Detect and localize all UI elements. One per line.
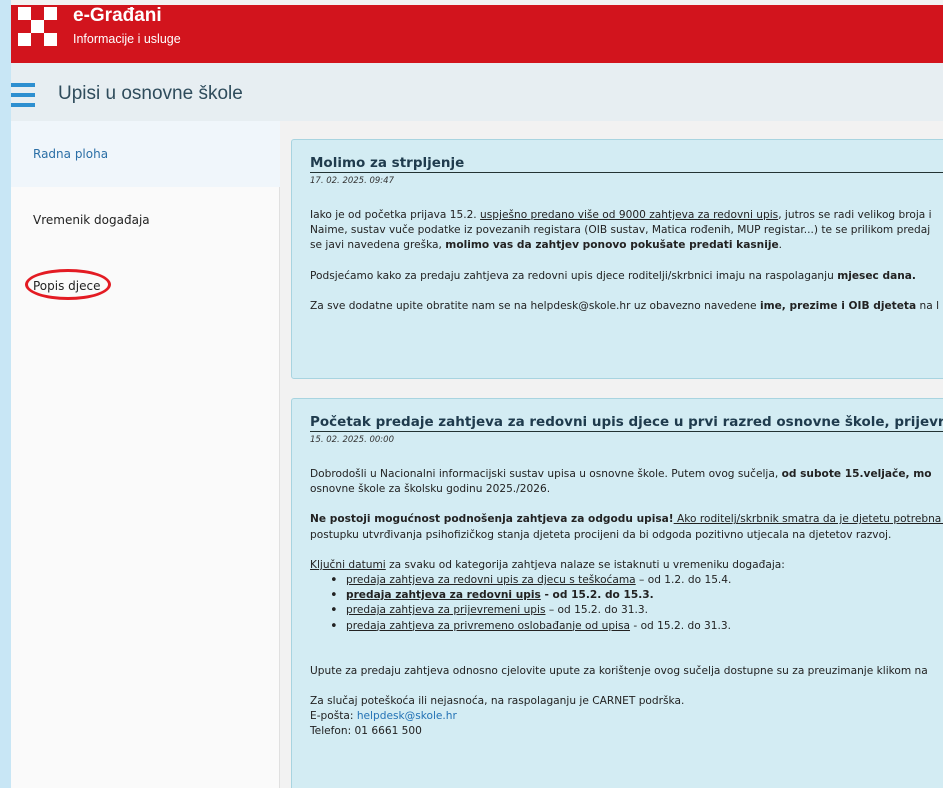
brand-title[interactable]: e-Građani [73,5,162,27]
bold-text: od subote 15.veljače, mo [781,468,932,480]
text: - od 15.2. do 31.3. [630,619,731,632]
news-title: Molimo za strpljenje [310,155,465,171]
text: Naime, sustav vuče podatke iz povezanih … [310,224,931,237]
app-page: e-Građani Informacije i usluge Upisi u o… [11,0,943,788]
paragraph: se javi navedena greška, molimo vas da z… [310,238,943,253]
paragraph: Za sve dodatne upite obratite nam se na … [310,299,943,314]
news-divider [310,172,943,173]
key-dates-list: predaja zahtjeva za redovni upis za djec… [310,573,943,634]
news-card: Molimo za strpljenje 17. 02. 2025. 09:47… [291,139,943,379]
link[interactable]: predaja zahtjeva za redovni upis [346,589,541,601]
text: Za slučaj poteškoća ili nejasnoća, na ra… [310,695,685,708]
news-body: Dobrodošli u Nacionalni informacijski su… [310,467,943,740]
text: . [778,239,783,252]
bold-text: ime, prezime i OIB djeteta [759,299,917,312]
list-item: predaja zahtjeva za privremeno oslobađan… [310,619,943,634]
main-content: Molimo za strpljenje 17. 02. 2025. 09:47… [281,121,943,788]
email-line: E-pošta: helpdesk@skole.hr [310,709,943,724]
text: se javi navedena greška, [310,239,446,252]
top-header: e-Građani Informacije i usluge [11,5,943,63]
text: za svaku od kategorija zahtjeva nalaze s… [385,558,785,571]
email-link[interactable]: helpdesk@skole.hr [357,710,457,722]
sidebar-item-radna-ploha[interactable]: Radna ploha [11,121,280,187]
text: , jutros se radi velikog broja i [778,209,932,221]
paragraph: Ne postoji mogućnost podnošenja zahtjeva… [310,512,943,527]
text: – od 15.2. do 31.3. [545,604,648,617]
text: osnovne škole za školsku godinu 2025./20… [310,483,551,496]
list-item: predaja zahtjeva za prijevremeni upis – … [310,603,943,618]
paragraph: Iako je od početka prijava 15.2. uspješn… [310,208,943,223]
link[interactable]: uspješno predano više od 9000 zahtjeva z… [480,209,778,221]
news-date: 17. 02. 2025. 09:47 [310,176,394,186]
text: Iako je od početka prijava 15.2. [310,209,481,221]
checkerboard-logo-icon[interactable] [18,7,57,46]
text: Podsjećamo kako za predaju zahtjeva za r… [310,269,838,282]
phone-text: Telefon: 01 6661 500 [310,725,422,738]
sidebar: Radna ploha Vremenik događaja Popis djec… [11,121,280,788]
text: – od 1.2. do 15.4. [635,574,732,587]
page-title: Upisi u osnovne škole [58,83,243,104]
paragraph: Dobrodošli u Nacionalni informacijski su… [310,467,943,482]
bold-text: Ne postoji mogućnost podnošenja zahtjeva… [310,513,674,526]
link[interactable]: Ključni datumi [310,559,386,571]
news-body: Iako je od početka prijava 15.2. uspješn… [310,208,943,329]
page-header: Upisi u osnovne škole [11,63,943,121]
list-item: predaja zahtjeva za redovni upis - od 15… [310,588,943,603]
link[interactable]: predaja zahtjeva za redovni upis za djec… [346,574,636,586]
bold-text: mjesec dana. [837,269,916,282]
list-item: predaja zahtjeva za redovni upis za djec… [310,573,943,588]
news-card: Početak predaje zahtjeva za redovni upis… [291,398,943,788]
link[interactable]: predaja zahtjeva za privremeno oslobađan… [346,620,630,632]
paragraph: Ključni datumi za svaku od kategorija za… [310,558,943,573]
link[interactable]: Ako roditelj/skrbnik smatra da je djetet… [674,513,943,525]
sidebar-item-popis-djece[interactable]: Popis djece [11,253,280,319]
text: E-pošta: [310,710,357,723]
text: Dobrodošli u Nacionalni informacijski su… [310,468,782,480]
news-date: 15. 02. 2025. 00:00 [310,435,394,445]
bold-text: molimo vas da zahtjev ponovo pokušate pr… [445,239,779,252]
hamburger-menu-icon[interactable] [11,83,35,107]
paragraph: Podsjećamo kako za predaju zahtjeva za r… [310,269,943,284]
news-divider [310,431,943,432]
text: postupku utvrđivanja psihofizičkog stanj… [310,528,892,541]
text: Upute za predaju zahtjeva odnosno cjelov… [310,664,928,677]
text: Za sve dodatne upite obratite nam se na … [310,299,760,312]
sidebar-item-vremenik[interactable]: Vremenik događaja [11,187,280,253]
bold-text: - od 15.2. do 15.3. [540,589,654,602]
text: na l [916,299,940,312]
news-title: Početak predaje zahtjeva za redovni upis… [310,414,943,430]
brand-subtitle: Informacije i usluge [73,32,181,46]
link[interactable]: predaja zahtjeva za prijevremeni upis [346,604,545,616]
